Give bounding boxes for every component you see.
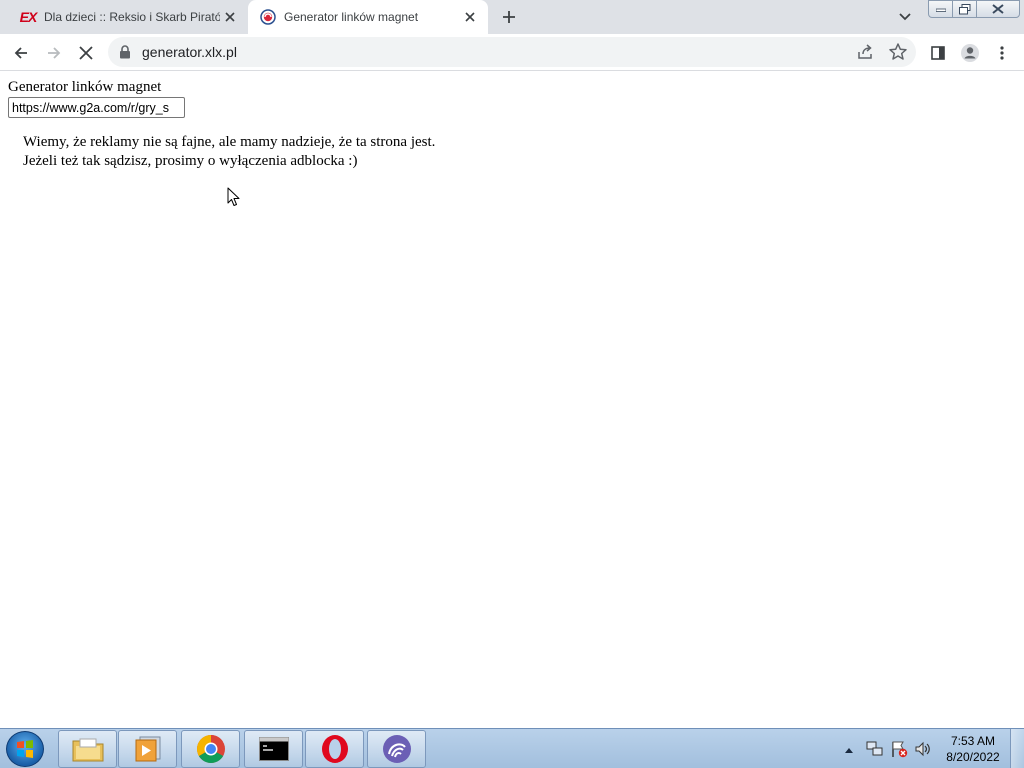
forward-button[interactable] xyxy=(40,39,68,67)
globe-icon xyxy=(260,9,276,25)
address-url[interactable]: generator.xlx.pl xyxy=(142,44,237,60)
adblock-message-line-1: Wiemy, że reklamy nie są fajne, ale mamy… xyxy=(23,134,436,150)
minimize-button[interactable] xyxy=(928,0,953,18)
taskbar-clock[interactable]: 7:53 AM 8/20/2022 xyxy=(940,733,1006,765)
action-center-flag-icon[interactable] xyxy=(890,740,908,758)
show-hidden-icons-chevron-icon[interactable] xyxy=(844,741,858,755)
ex-logo-text: EX xyxy=(19,9,38,25)
magnet-url-input[interactable] xyxy=(8,97,185,118)
close-window-button[interactable] xyxy=(976,0,1020,18)
tab-search-chevron-icon[interactable] xyxy=(894,7,916,27)
close-tab-icon[interactable] xyxy=(220,7,240,27)
adblock-message-line-2: Jeżeli też tak sądzisz, prosimy o wyłącz… xyxy=(23,153,358,169)
back-button[interactable] xyxy=(7,39,35,67)
menu-kebab-icon[interactable] xyxy=(988,39,1016,67)
tab-title: Dla dzieci :: Reksio i Skarb Piratów xyxy=(44,10,220,24)
tab-title: Generator linków magnet xyxy=(284,10,419,24)
clock-date: 8/20/2022 xyxy=(946,750,1000,764)
stop-loading-button[interactable] xyxy=(72,39,100,67)
new-tab-button[interactable] xyxy=(497,5,521,29)
clock-time: 7:53 AM xyxy=(950,734,996,748)
profile-avatar-icon[interactable] xyxy=(956,39,984,67)
windows-taskbar: 7:53 AM 8/20/2022 xyxy=(0,728,1024,768)
adblock-message: Wiemy, że reklamy nie są fajne, ale mamy… xyxy=(23,133,435,171)
network-tray-icon[interactable] xyxy=(866,740,884,758)
media-player-icon[interactable] xyxy=(118,730,177,768)
show-desktop-button[interactable] xyxy=(1010,729,1024,768)
bookmark-star-icon[interactable] xyxy=(888,42,908,62)
mouse-pointer-icon xyxy=(227,187,241,207)
opera-icon[interactable] xyxy=(305,730,364,768)
bittorrent-icon[interactable] xyxy=(367,730,426,768)
share-icon[interactable] xyxy=(856,43,874,61)
tab-strip: EX Dla dzieci :: Reksio i Skarb Piratów … xyxy=(0,0,1024,34)
tab-reksio[interactable]: EX Dla dzieci :: Reksio i Skarb Piratów xyxy=(8,0,248,34)
address-bar[interactable]: generator.xlx.pl xyxy=(108,37,916,67)
close-tab-icon[interactable] xyxy=(460,7,480,27)
ex-logo-icon: EX xyxy=(19,9,38,25)
browser-toolbar: generator.xlx.pl xyxy=(0,34,1024,71)
file-explorer-icon[interactable] xyxy=(58,730,117,768)
tab-generator[interactable]: Generator linków magnet xyxy=(248,0,488,34)
start-button-windows-icon[interactable] xyxy=(6,731,44,767)
command-prompt-icon[interactable] xyxy=(244,730,303,768)
side-panel-icon[interactable] xyxy=(924,39,952,67)
volume-speaker-icon[interactable] xyxy=(914,740,932,758)
page-title: Generator linków magnet xyxy=(8,79,162,95)
restore-button[interactable] xyxy=(952,0,977,18)
chrome-icon[interactable] xyxy=(181,730,240,768)
lock-icon[interactable] xyxy=(119,45,133,59)
